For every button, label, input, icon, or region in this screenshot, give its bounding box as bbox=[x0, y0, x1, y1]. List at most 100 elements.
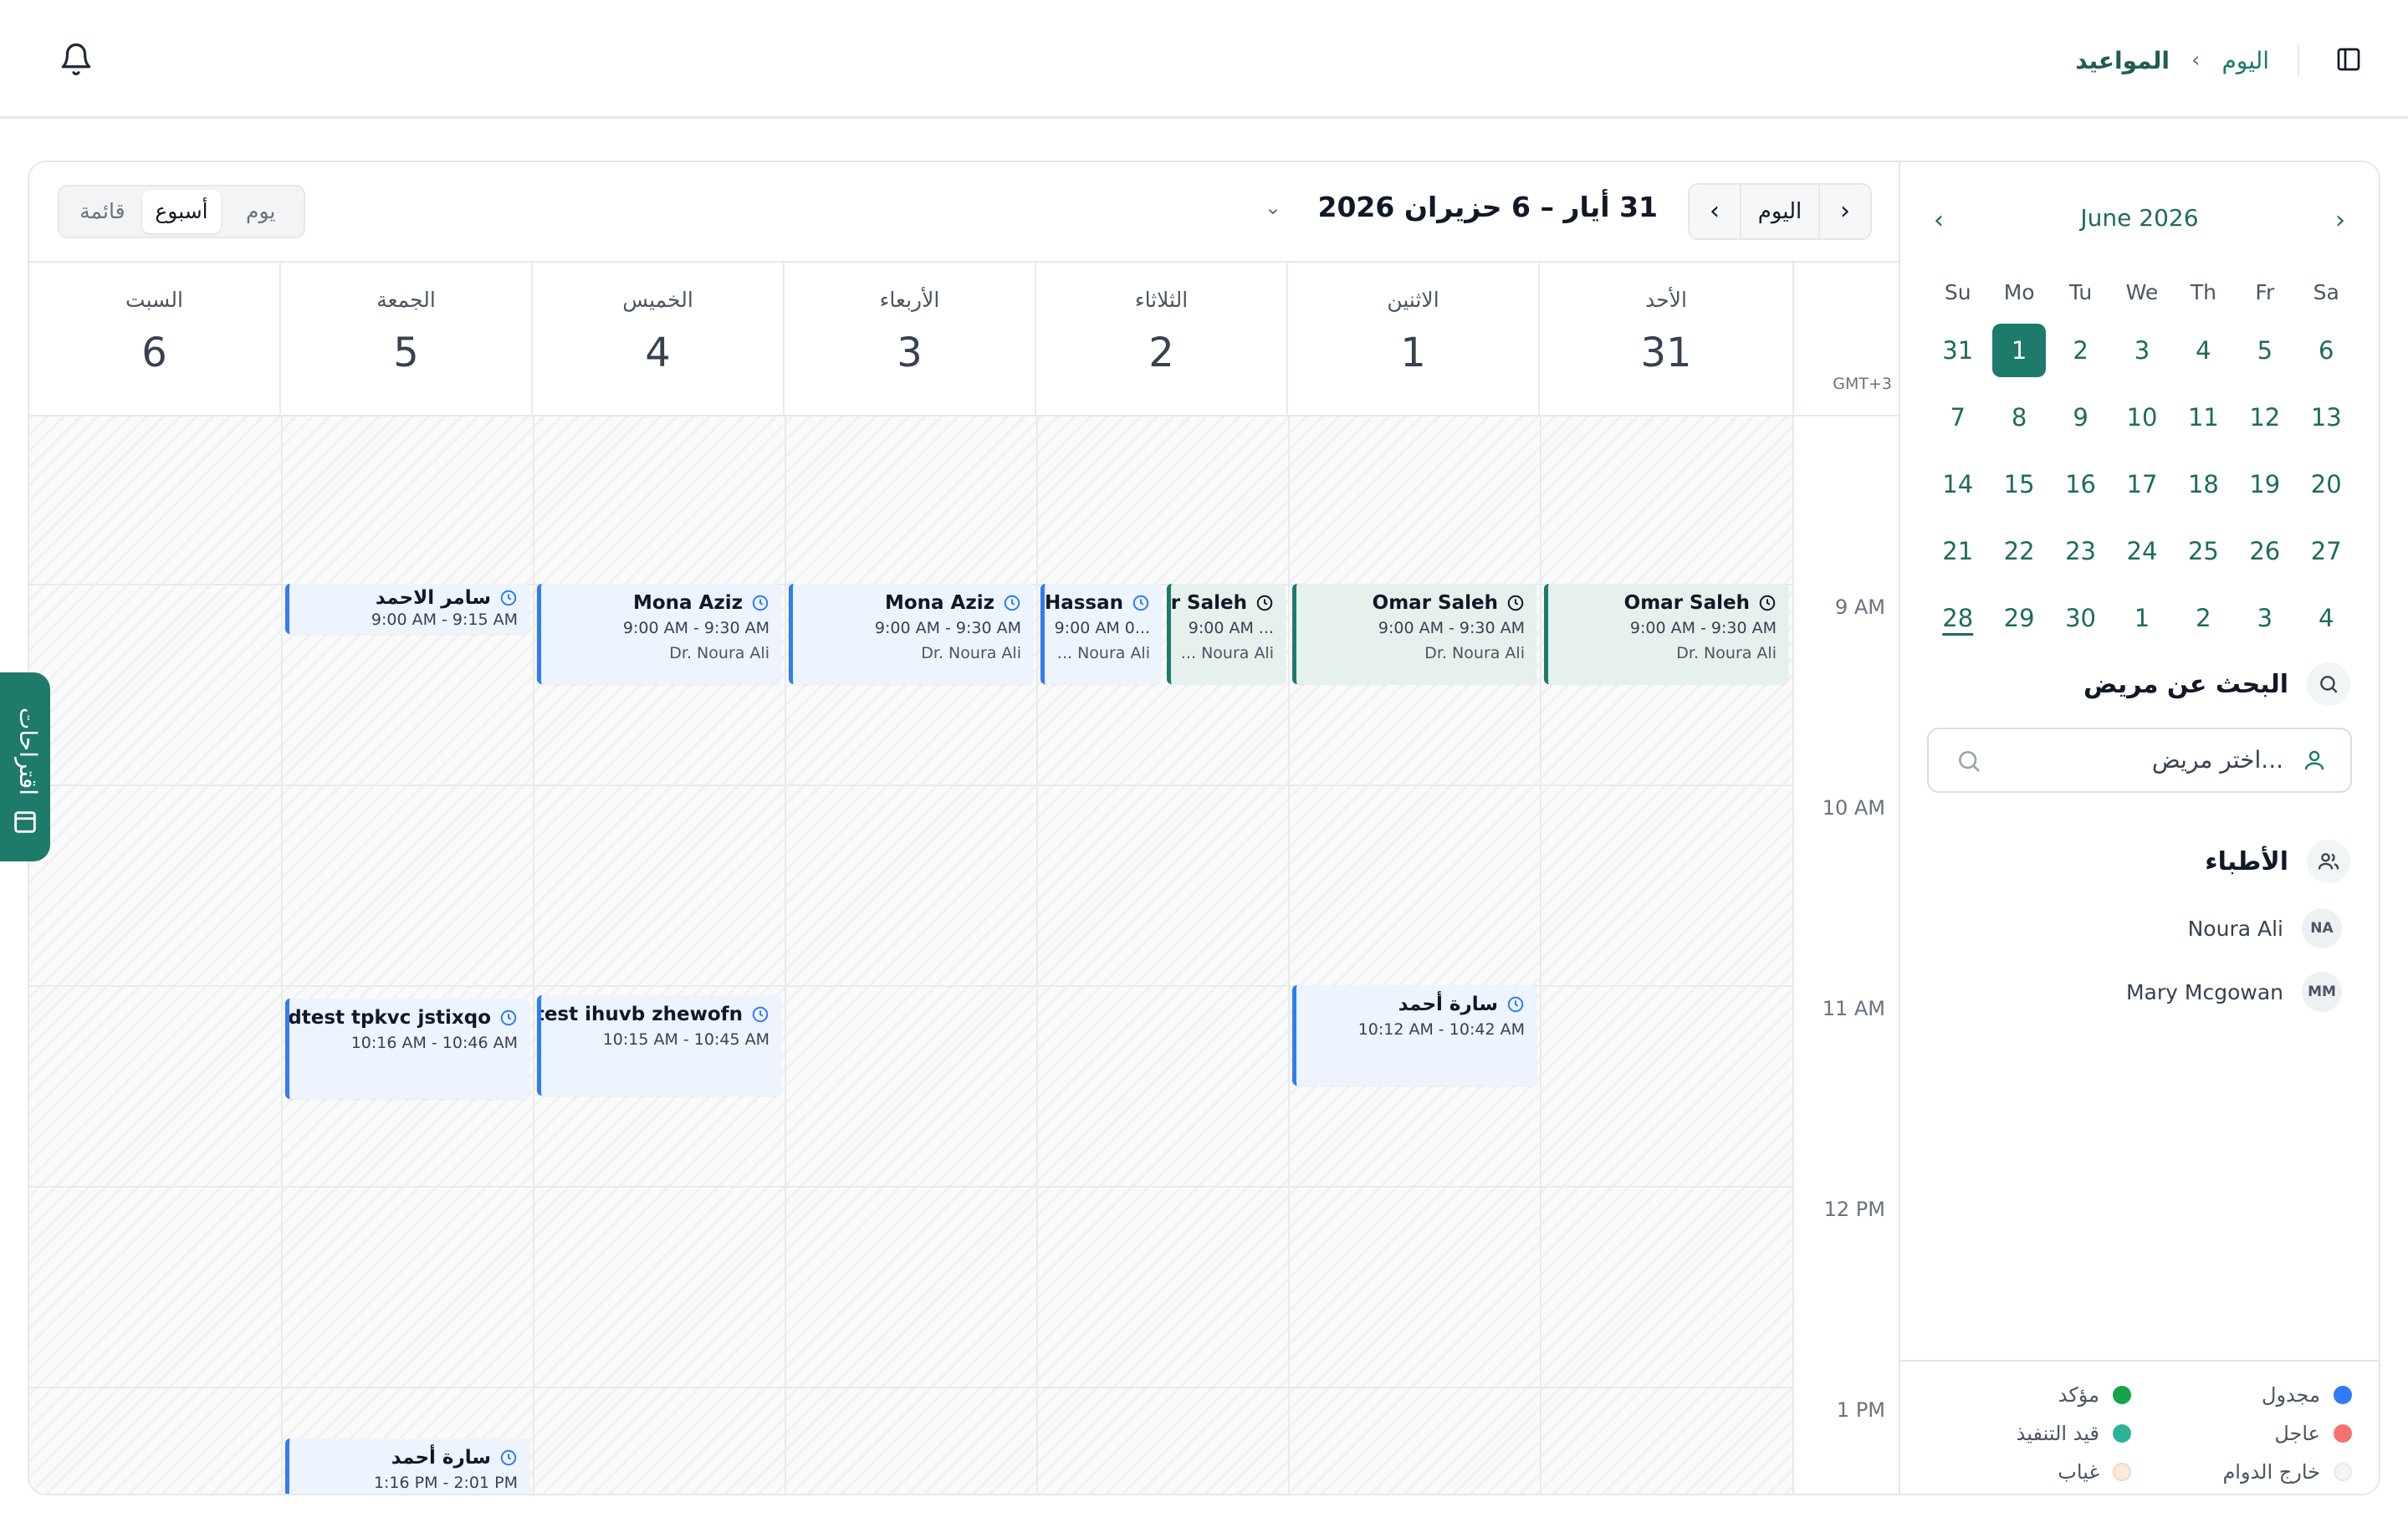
event-title: adtest ihuvb zhewofn bbox=[541, 1004, 769, 1025]
chevron-right-icon[interactable]: › bbox=[2335, 206, 2345, 235]
date-cell[interactable]: 1 bbox=[2111, 591, 2172, 645]
doctor-item[interactable]: Mary Mcgowan MM bbox=[2126, 972, 2342, 1012]
appointment-event[interactable]: Omar Saleh 9:00 AM - 9:30 AM Dr. Noura A… bbox=[1292, 584, 1536, 684]
day-name: الأربعاء bbox=[879, 288, 940, 312]
date-cell[interactable]: 8 bbox=[1988, 391, 2049, 444]
date-cell[interactable]: 2 bbox=[2173, 591, 2234, 645]
date-cell[interactable]: 18 bbox=[2173, 457, 2234, 511]
sidebar-toggle-icon[interactable] bbox=[2335, 46, 2362, 73]
legend-item-absence: غياب bbox=[2058, 1460, 2131, 1484]
date-cell[interactable]: 31 bbox=[1927, 324, 1988, 377]
date-cell[interactable]: 3 bbox=[2234, 591, 2295, 645]
date-cell[interactable]: 16 bbox=[2050, 457, 2111, 511]
appointment-event[interactable]: Omar Saleh 9:00 AM - 9:30 AM Dr. Noura A… bbox=[1544, 584, 1788, 684]
event-title: Loadtest tpkvc jstixqo bbox=[289, 1007, 518, 1029]
event-title: r Saleh bbox=[1171, 592, 1274, 614]
date-cell[interactable]: 12 bbox=[2234, 391, 2295, 444]
date-cell[interactable]: 21 bbox=[1927, 524, 1988, 578]
date-cell[interactable]: 22 bbox=[1988, 524, 2049, 578]
appointment-event[interactable]: r Saleh 9:00 AM ... ... Noura Ali bbox=[1167, 584, 1286, 684]
view-day-button[interactable]: يوم bbox=[221, 190, 300, 233]
chevron-left-icon: ‹ bbox=[2191, 48, 2201, 73]
status-dot bbox=[2113, 1386, 2131, 1404]
time-label: 10 AM bbox=[1822, 796, 1885, 820]
today-button[interactable]: اليوم bbox=[1740, 185, 1820, 238]
view-week-button[interactable]: أسبوع bbox=[141, 190, 222, 233]
date-cell[interactable]: 30 bbox=[2050, 591, 2111, 645]
view-switcher: قائمة أسبوع يوم bbox=[58, 185, 305, 238]
date-cell[interactable]: 19 bbox=[2234, 457, 2295, 511]
appointment-event[interactable]: سارة أحمد 1:16 PM - 2:01 PM bbox=[285, 1438, 529, 1494]
date-cell[interactable]: 5 bbox=[2234, 324, 2295, 377]
event-patient-name: adtest ihuvb zhewofn bbox=[541, 1004, 743, 1025]
date-cell[interactable]: 4 bbox=[2173, 324, 2234, 377]
doctor-item[interactable]: Noura Ali NA bbox=[2188, 908, 2342, 948]
date-cell[interactable]: 26 bbox=[2234, 524, 2295, 578]
date-cell[interactable]: 11 bbox=[2173, 391, 2234, 444]
time-grid[interactable]: Omar Saleh 9:00 AM - 9:30 AM Dr. Noura A… bbox=[29, 416, 1792, 1494]
legend-item-off-hours: خارج الدوام bbox=[2222, 1460, 2352, 1484]
date-cell[interactable]: 23 bbox=[2050, 524, 2111, 578]
next-week-button[interactable]: ‹ bbox=[1690, 185, 1740, 238]
appointment-event[interactable]: سامر الاحمد 9:00 AM - 9:15 AM bbox=[285, 584, 529, 634]
date-cell-selected[interactable]: 1 bbox=[1988, 324, 2049, 377]
day-header-sunday[interactable]: الأحد 31 bbox=[1540, 261, 1792, 416]
day-header-wednesday[interactable]: الأربعاء 3 bbox=[785, 261, 1036, 416]
week-row: 21 22 23 24 25 26 27 bbox=[1927, 518, 2357, 585]
date-cell[interactable]: 3 bbox=[2111, 324, 2172, 377]
clock-icon bbox=[752, 1006, 769, 1023]
breadcrumb-today-link[interactable]: اليوم bbox=[2221, 47, 2269, 74]
date-cell[interactable]: 4 bbox=[2296, 591, 2357, 645]
day-header-friday[interactable]: الجمعة 5 bbox=[281, 261, 533, 416]
day-header-saturday[interactable]: السبت 6 bbox=[29, 261, 281, 416]
week-row: 31 1 2 3 4 5 6 bbox=[1927, 317, 2357, 384]
bell-icon[interactable] bbox=[59, 42, 94, 77]
day-name: الخميس bbox=[622, 288, 693, 312]
legend-item-in-progress: قيد التنفيذ bbox=[2017, 1422, 2131, 1445]
chevron-left-icon[interactable]: ‹ bbox=[1934, 206, 1944, 235]
patient-search-header: البحث عن مريض bbox=[2083, 662, 2350, 706]
clock-icon bbox=[1004, 595, 1020, 611]
date-cell[interactable]: 24 bbox=[2111, 524, 2172, 578]
date-cell[interactable]: 29 bbox=[1988, 591, 2049, 645]
suggestions-label: اقتراحات bbox=[14, 708, 42, 796]
day-header-tuesday[interactable]: الثلاثاء 2 bbox=[1036, 261, 1288, 416]
view-list-button[interactable]: قائمة bbox=[63, 190, 142, 233]
suggestions-tab[interactable]: اقتراحات bbox=[0, 672, 50, 861]
patient-search-input[interactable]: اختر مريض... bbox=[1927, 728, 2352, 793]
date-cell[interactable]: 20 bbox=[2296, 457, 2357, 511]
appointment-event[interactable]: Loadtest tpkvc jstixqo 10:16 AM - 10:46 … bbox=[285, 999, 529, 1099]
appointment-event[interactable]: Hassan 9:00 AM 0... ... Noura Ali bbox=[1040, 584, 1162, 684]
date-cell[interactable]: 2 bbox=[2050, 324, 2111, 377]
date-cell[interactable]: 15 bbox=[1988, 457, 2049, 511]
date-cell[interactable]: 17 bbox=[2111, 457, 2172, 511]
legend-label: مجدول bbox=[2262, 1383, 2320, 1407]
legend-item-urgent: عاجل bbox=[2274, 1422, 2352, 1445]
event-time: 10:15 AM - 10:45 AM bbox=[602, 1030, 769, 1049]
date-cell[interactable]: 10 bbox=[2111, 391, 2172, 444]
chevron-down-icon[interactable]: ⌄ bbox=[1265, 196, 1281, 219]
date-cell[interactable]: 13 bbox=[2296, 391, 2357, 444]
week-calendar: قائمة أسبوع يوم ⌄ 31 أيار – 6 حزيران 202… bbox=[29, 162, 1900, 1494]
date-cell[interactable]: 27 bbox=[2296, 524, 2357, 578]
date-cell[interactable]: 14 bbox=[1927, 457, 1988, 511]
date-range-title[interactable]: 31 أيار – 6 حزيران 2026 bbox=[1317, 191, 1658, 223]
appointment-event[interactable]: adtest ihuvb zhewofn 10:15 AM - 10:45 AM bbox=[537, 995, 781, 1096]
date-cell[interactable]: 6 bbox=[2296, 324, 2357, 377]
date-cell[interactable]: 7 bbox=[1927, 391, 1988, 444]
day-header-monday[interactable]: الاثنين 1 bbox=[1288, 261, 1540, 416]
hour-line bbox=[29, 1186, 1792, 1188]
day-name: الجمعة bbox=[376, 288, 436, 312]
date-cell[interactable]: 25 bbox=[2173, 524, 2234, 578]
appointment-event[interactable]: سارة أحمد 10:12 AM - 10:42 AM bbox=[1292, 985, 1536, 1086]
date-cell-today[interactable]: 28 bbox=[1927, 591, 1988, 645]
day-header-thursday[interactable]: الخميس 4 bbox=[533, 261, 785, 416]
appointment-event[interactable]: Mona Aziz 9:00 AM - 9:30 AM Dr. Noura Al… bbox=[789, 584, 1033, 684]
date-cell[interactable]: 9 bbox=[2050, 391, 2111, 444]
event-patient-name: Omar Saleh bbox=[1372, 592, 1498, 614]
mini-calendar: Su Mo Tu We Th Fr Sa 31 1 2 3 4 5 6 7 8 … bbox=[1927, 267, 2357, 652]
previous-week-button[interactable]: › bbox=[1820, 185, 1870, 238]
top-bar: اليوم ‹ المواعيد bbox=[0, 0, 2408, 119]
appointment-event[interactable]: Mona Aziz 9:00 AM - 9:30 AM Dr. Noura Al… bbox=[537, 584, 781, 684]
column-divider bbox=[533, 416, 534, 1494]
